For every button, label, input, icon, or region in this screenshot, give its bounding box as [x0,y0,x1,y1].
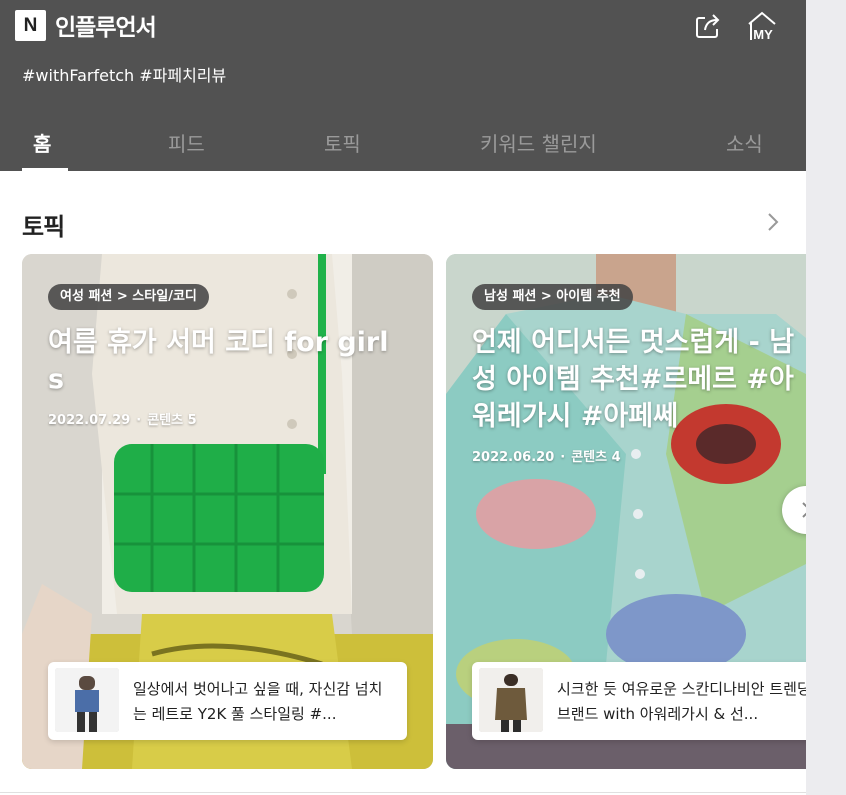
hashtag-line: #withFarfetch #파페치리뷰 [22,66,227,85]
preview-text: 시크한 듯 여유로운 스칸디나비안 트렌딩 브랜드 with 아워레가시 & 선… [557,680,806,723]
content-preview[interactable]: 일상에서 벗어나고 싶을 때, 자신감 넘치는 레트로 Y2K 풀 스타일링 #… [48,662,407,740]
profile-header: N 인플루언서 MY #withFarfetch #파페치리뷰 홈 피드 토픽 … [0,0,806,171]
chevron-right-icon [768,213,779,231]
card-meta: 2022.07.29 · 콘텐츠 5 [48,409,197,428]
brand-title[interactable]: 인플루언서 [55,8,157,42]
card-title[interactable]: 여름 휴가 서머 코디 for girls [48,324,393,398]
chevron-right-icon [802,502,806,518]
page: N 인플루언서 MY #withFarfetch #파페치리뷰 홈 피드 토픽 … [0,0,806,795]
tab-news[interactable]: 소식 [726,128,763,157]
active-tab-indicator [22,168,68,171]
divider [0,792,806,793]
card-date: 2022.06.20 [472,450,555,465]
meta-separator: · [560,450,566,465]
tab-feed[interactable]: 피드 [168,128,205,157]
tab-home[interactable]: 홈 [33,128,51,157]
share-button[interactable] [692,10,724,42]
tab-keyword-challenge[interactable]: 키워드 챌린지 [480,128,597,157]
tab-bar: 홈 피드 토픽 키워드 챌린지 소식 [0,118,806,171]
content-preview[interactable]: 시크한 듯 여유로운 스칸디나비안 트렌딩 브랜드 with 아워레가시 & 선… [472,662,806,740]
page-gutter [806,0,846,795]
section-more-button[interactable] [764,210,782,234]
preview-thumbnail [479,668,543,732]
section-title: 토픽 [22,213,65,241]
preview-text: 일상에서 벗어나고 싶을 때, 자신감 넘치는 레트로 Y2K 풀 스타일링 #… [133,680,383,723]
naver-logo[interactable]: N [15,10,46,41]
preview-thumbnail [55,668,119,732]
card-meta: 2022.06.20 · 콘텐츠 4 [472,446,621,465]
category-badge: 여성 패션 > 스타일/코디 [48,284,209,310]
category-badge: 남성 패션 > 아이템 추천 [472,284,633,310]
content-count: 콘텐츠 5 [147,413,197,428]
content-count: 콘텐츠 4 [571,450,621,465]
my-label: MY [753,27,773,42]
card-title[interactable]: 언제 어디서든 멋스럽게 - 남성 아이템 추천#르메르 #아워레가시 #아페쎄 [472,324,806,435]
card-date: 2022.07.29 [48,413,131,428]
topic-card[interactable]: 여성 패션 > 스타일/코디 여름 휴가 서머 코디 for girls 202… [22,254,433,769]
share-icon [696,14,720,38]
tab-topic[interactable]: 토픽 [324,128,361,157]
my-button[interactable]: MY [745,10,781,44]
topic-card[interactable]: 남성 패션 > 아이템 추천 언제 어디서든 멋스럽게 - 남성 아이템 추천#… [446,254,806,769]
meta-separator: · [136,413,142,428]
